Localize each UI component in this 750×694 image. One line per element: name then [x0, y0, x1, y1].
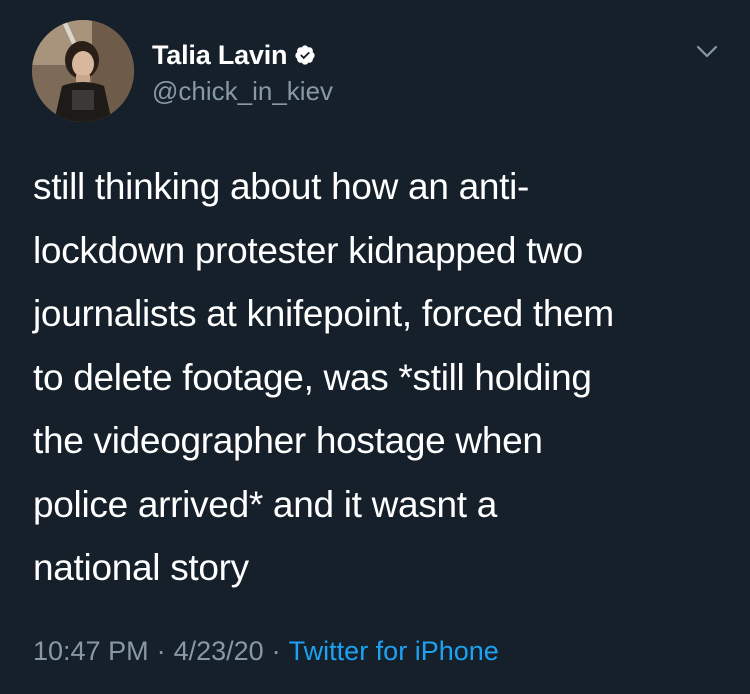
meta-separator: ·	[271, 636, 281, 666]
tweet-date[interactable]: 4/23/20	[174, 636, 264, 666]
author-block[interactable]: Talia Lavin @chick_in_kiev	[152, 38, 333, 107]
tweet-card: Talia Lavin @chick_in_kiev still thinkin…	[0, 0, 750, 694]
tweet-text: still thinking about how an anti- lockdo…	[33, 166, 614, 588]
name-row: Talia Lavin	[152, 38, 333, 72]
verified-badge-icon	[294, 44, 316, 66]
tweet-time[interactable]: 10:47 PM	[33, 636, 149, 666]
tweet-meta: 10:47 PM · 4/23/20 · Twitter for iPhone	[33, 636, 499, 667]
display-name[interactable]: Talia Lavin	[152, 40, 288, 71]
handle[interactable]: @chick_in_kiev	[152, 76, 333, 107]
chevron-down-icon[interactable]	[694, 42, 720, 62]
avatar[interactable]	[32, 20, 134, 122]
meta-separator: ·	[156, 636, 166, 666]
tweet-source-link[interactable]: Twitter for iPhone	[289, 636, 499, 666]
